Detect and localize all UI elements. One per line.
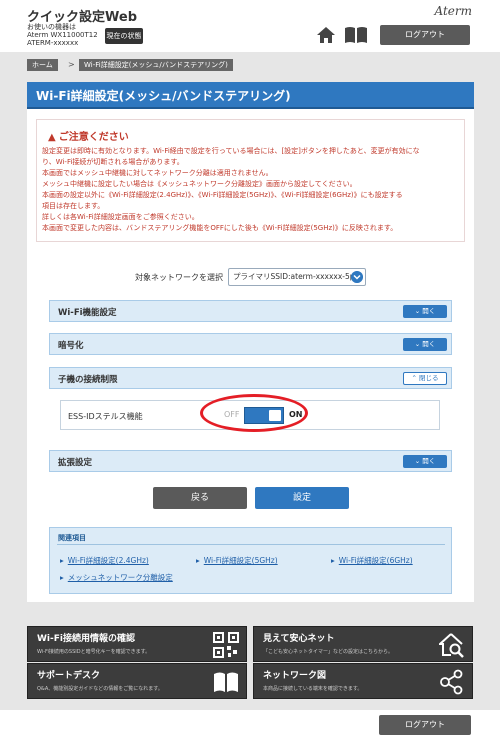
back-button[interactable]: 戻る: [153, 487, 247, 509]
tile-description: 「こども安心ネットタイマー」などの設定はこちらから。: [263, 649, 394, 655]
section-wifi-function[interactable]: Wi-Fi機能設定 ⌄ 開く: [49, 300, 452, 322]
section-title: 拡張設定: [58, 458, 93, 468]
bullet-icon: ▸: [331, 556, 335, 565]
target-network-select[interactable]: プライマリSSID:aterm-xxxxxx-5p: [228, 268, 366, 286]
expand-button[interactable]: ⌄ 開く: [403, 305, 447, 318]
bullet-icon: ▸: [60, 556, 64, 565]
home-search-icon: [439, 633, 464, 658]
section-encryption[interactable]: 暗号化 ⌄ 開く: [49, 333, 452, 355]
breadcrumb-separator: >: [68, 60, 75, 69]
related-link-6ghz[interactable]: ▸ Wi-Fi詳細設定(6GHz): [331, 555, 413, 566]
device-caption: お使いの機器は: [27, 23, 76, 31]
warning-icon: ▲: [48, 132, 56, 143]
related-link-label[interactable]: Wi-Fi詳細設定(5GHz): [204, 556, 278, 565]
tile-wifi-connection-info[interactable]: Wi-Fi接続用情報の確認 Wi-Fi接続用のSSIDと暗号化キーを確認できます…: [27, 626, 247, 662]
notice-line: 本画面の設定以外に《Wi-Fi詳細設定(2.4GHz)》、《Wi-Fi詳細設定(…: [42, 191, 403, 199]
related-link-2-4ghz[interactable]: ▸ Wi-Fi詳細設定(2.4GHz): [60, 555, 149, 566]
expand-label: 開く: [422, 340, 436, 348]
section-title: 暗号化: [58, 341, 84, 351]
tile-description: 本商品に接続している端末を確認できます。: [263, 686, 363, 692]
expand-button[interactable]: ⌄ 開く: [403, 338, 447, 351]
related-link-mesh-isolation[interactable]: ▸ メッシュネットワーク分離設定: [60, 572, 173, 583]
book-icon[interactable]: [344, 26, 368, 44]
section-extended[interactable]: 拡張設定 ⌄ 開く: [49, 450, 452, 472]
tile-title: ネットワーク図: [263, 671, 327, 681]
device-model: Aterm WX11000T12: [27, 31, 98, 39]
notice-box: ▲ ご注意ください 設定変更は即時に有効となります。Wi-Fi経由で設定を行ってい…: [36, 119, 465, 242]
book-icon: [214, 672, 238, 692]
main-panel: Wi-Fi詳細設定(メッシュ/バンドステアリング) ▲ ご注意ください 設定変更は…: [27, 82, 474, 602]
tile-title: Wi-Fi接続用情報の確認: [37, 634, 135, 644]
highlight-circle: [200, 394, 308, 432]
collapse-button[interactable]: ⌃ 閉じる: [403, 372, 447, 385]
notice-title-text: ご注意ください: [58, 132, 129, 143]
tile-title: 見えて安心ネット: [263, 634, 335, 644]
device-name: ATERM-xxxxxx: [27, 39, 79, 47]
page-title: Wi-Fi詳細設定(メッシュ/バンドステアリング): [36, 89, 291, 103]
related-link-5ghz[interactable]: ▸ Wi-Fi詳細設定(5GHz): [196, 555, 278, 566]
bullet-icon: ▸: [196, 556, 200, 565]
tile-title: サポートデスク: [37, 671, 101, 681]
tile-description: Q&A、機能別設定ガイドなどの情報をご覧になれます。: [37, 686, 163, 692]
notice-line: 項目は存在します。: [42, 202, 105, 210]
breadcrumb-home[interactable]: ホーム: [27, 59, 58, 71]
chevron-down-icon: [351, 271, 363, 283]
related-link-label[interactable]: Wi-Fi詳細設定(2.4GHz): [68, 556, 149, 565]
apply-button[interactable]: 設定: [255, 487, 349, 509]
home-icon[interactable]: [316, 25, 336, 45]
qr-code-icon: [213, 632, 239, 658]
bullet-icon: ▸: [60, 573, 64, 582]
brand-logo: Aterm: [434, 4, 473, 18]
tile-description: Wi-Fi接続用のSSIDと暗号化キーを確認できます。: [37, 649, 151, 655]
related-link-label[interactable]: Wi-Fi詳細設定(6GHz): [339, 556, 413, 565]
divider: [57, 544, 445, 545]
tile-network-map[interactable]: ネットワーク図 本商品に接続している端末を確認できます。: [253, 663, 473, 699]
section-title: Wi-Fi機能設定: [58, 308, 117, 318]
current-status-button[interactable]: 現在の状態: [105, 28, 143, 44]
notice-line: り、Wi-Fi接続が切断される場合があります。: [42, 158, 184, 166]
logout-button[interactable]: ログアウト: [380, 25, 470, 45]
expand-label: 開く: [422, 457, 436, 465]
notice-line: 設定変更は即時に有効となります。Wi-Fi経由で設定を行っている場合には、[設定…: [42, 147, 420, 155]
tile-support-desk[interactable]: サポートデスク Q&A、機能別設定ガイドなどの情報をご覧になれます。: [27, 663, 247, 699]
target-network-value: プライマリSSID:aterm-xxxxxx-5p: [233, 272, 355, 281]
network-icon: [440, 669, 463, 695]
logout-button-bottom[interactable]: ログアウト: [379, 715, 471, 735]
breadcrumb-current: Wi-Fi詳細設定(メッシュ/バンドステアリング): [79, 59, 233, 71]
footer: ログアウト: [0, 710, 500, 740]
device-info: お使いの機器は Aterm WX11000T12 ATERM-xxxxxx: [27, 23, 98, 47]
collapse-label: 閉じる: [419, 374, 439, 382]
notice-line: メッシュ中継機に設定したい場合は《メッシュネットワーク分離設定》画面から設定して…: [42, 180, 357, 188]
section-title: 子機の接続制限: [58, 375, 118, 385]
section-client-limit[interactable]: 子機の接続制限 ⌃ 閉じる: [49, 367, 452, 389]
page-title-bar: Wi-Fi詳細設定(メッシュ/バンドステアリング): [27, 82, 474, 109]
tile-safe-net[interactable]: 見えて安心ネット 「こども安心ネットタイマー」などの設定はこちらから。: [253, 626, 473, 662]
related-title: 関連項目: [58, 534, 86, 542]
ess-stealth-label: ESS-IDステルス機能: [68, 412, 143, 421]
expand-button[interactable]: ⌄ 開く: [403, 455, 447, 468]
notice-line: 本画面で変更した内容は、バンドステアリング機能をOFFにした後も《Wi-Fi詳細…: [42, 224, 398, 232]
notice-line: 本画面ではメッシュ中継機に対してネットワーク分離は適用されません。: [42, 169, 273, 177]
notice-title: ▲ ご注意ください: [48, 128, 129, 143]
expand-label: 開く: [422, 307, 436, 315]
notice-line: 詳しくは各Wi-Fi詳細設定画面をご参照ください。: [42, 213, 199, 221]
target-network-label: 対象ネットワークを選択: [135, 273, 223, 282]
related-items: 関連項目 ▸ Wi-Fi詳細設定(2.4GHz) ▸ Wi-Fi詳細設定(5GHz)…: [49, 527, 452, 594]
related-link-label[interactable]: メッシュネットワーク分離設定: [68, 573, 173, 582]
header: クイック設定Web お使いの機器は Aterm WX11000T12 ATERM…: [0, 0, 500, 52]
target-network-row: 対象ネットワークを選択 プライマリSSID:aterm-xxxxxx-5p: [27, 268, 474, 286]
chevron-up-icon: ⌃: [411, 374, 419, 382]
